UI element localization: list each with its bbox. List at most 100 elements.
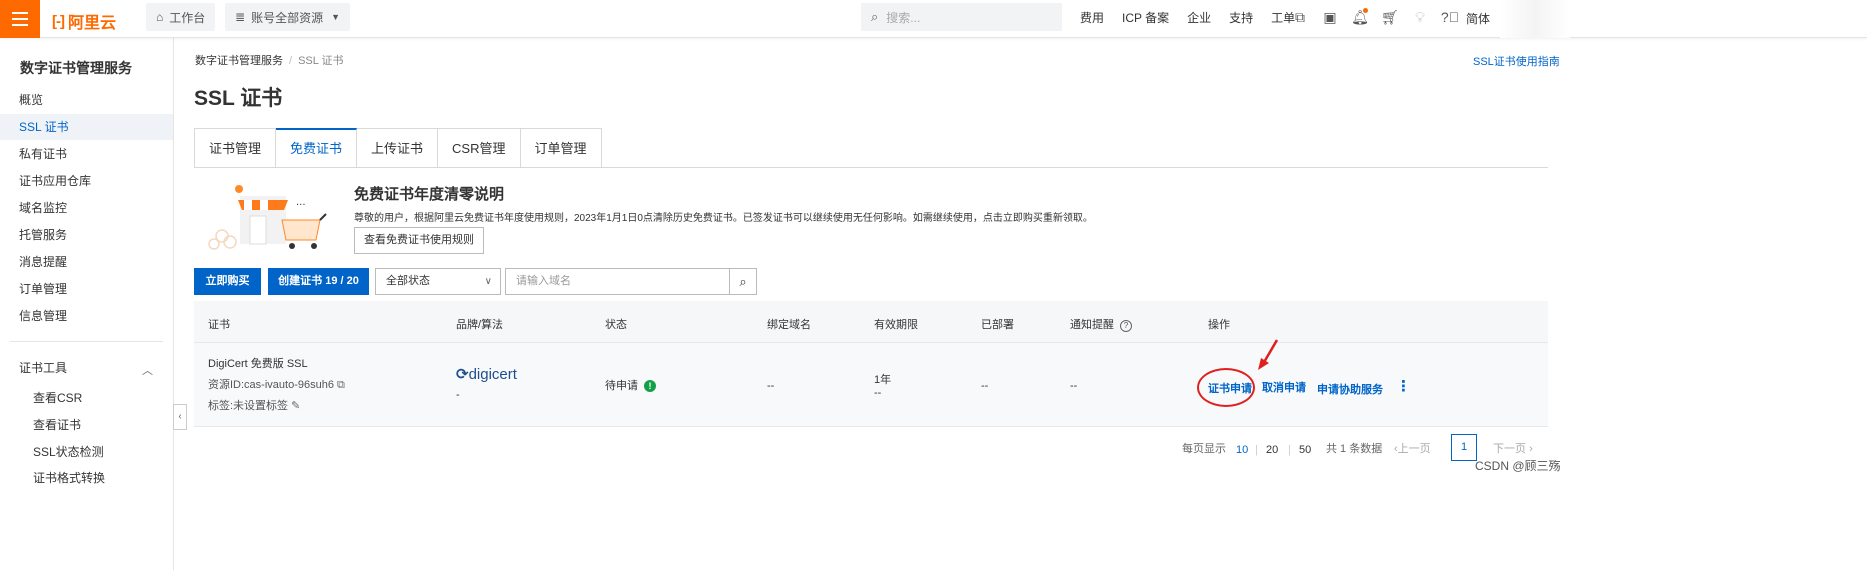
top-navigation-bar: [-] 阿里云 ⌂ 工作台 ≣ 账号全部资源 ▼ ⌕ 搜索... 费用 ICP 备案 企业… [0, 0, 1867, 38]
breadcrumb-root[interactable]: 数字证书管理服务 [195, 55, 283, 67]
svg-text:···: ··· [296, 200, 306, 211]
hamburger-menu-icon[interactable] [0, 0, 40, 38]
pager-sep: | [1255, 444, 1258, 456]
domain-search-input[interactable]: 请输入域名 [505, 268, 730, 295]
sidebar-tool-view-cert[interactable]: 查看证书 [33, 416, 81, 433]
status-select[interactable]: 全部状态 ∨ [375, 268, 501, 295]
notice-text: 尊敬的用户，根据阿里云免费证书年度使用规则，2023年1月1日0点清除历史免费证… [354, 213, 1093, 224]
tab-upload-cert[interactable]: 上传证书 [357, 128, 439, 168]
tab-orders[interactable]: 订单管理 [520, 128, 602, 168]
copy-icon[interactable]: ⧉ [337, 379, 345, 391]
pager-sep: | [1288, 444, 1291, 456]
sidebar-item-cert-repo[interactable]: 证书应用仓库 [0, 168, 173, 194]
sidebar-item-ssl[interactable]: SSL 证书 [0, 114, 173, 140]
sidebar: 数字证书管理服务 概览 SSL 证书 私有证书 证书应用仓库 域名监控 托管服务… [0, 38, 174, 570]
icp-link[interactable]: ICP 备案 [1122, 9, 1169, 26]
sidebar-item-domain-monitor[interactable]: 域名监控 [0, 195, 173, 221]
watermark: CSDN @顾三殇 [1475, 459, 1561, 473]
sidebar-item-hosting[interactable]: 托管服务 [0, 222, 173, 248]
header-cert: 证书 [208, 319, 230, 331]
view-rules-button[interactable]: 查看免费证书使用规则 [354, 227, 484, 254]
sidebar-item-info[interactable]: 信息管理 [0, 303, 173, 329]
language-switch[interactable]: 简体 [1466, 10, 1490, 27]
tab-free-cert[interactable]: 免费证书 [276, 128, 358, 168]
next-page-button[interactable]: 下一页 › [1493, 440, 1533, 456]
resource-scope-dropdown[interactable]: ≣ 账号全部资源 ▼ [225, 3, 350, 31]
top-links: 费用 ICP 备案 企业 支持 工单 [1080, 0, 1313, 34]
cert-resource-id: 资源ID:cas-ivauto-96suh6 ⧉ [208, 376, 345, 392]
more-actions-icon[interactable]: ⋮ [1396, 377, 1411, 395]
sidebar-tool-view-csr[interactable]: 查看CSR [33, 389, 82, 406]
current-page[interactable]: 1 [1451, 434, 1477, 461]
workbench-button[interactable]: ⌂ 工作台 [146, 3, 216, 31]
cert-notify: -- [1070, 380, 1078, 392]
resource-id-text: 资源ID:cas-ivauto-96suh6 [208, 379, 334, 391]
header-deployed: 已部署 [981, 319, 1014, 331]
billing-link[interactable]: 费用 [1080, 9, 1104, 26]
per-page-label: 每页显示 [1182, 443, 1226, 455]
cert-period: 1年 [874, 374, 892, 386]
home-icon: ⌂ [156, 10, 164, 24]
bell-icon[interactable]: 🔔︎ [1345, 7, 1375, 26]
page-size-10[interactable]: 10 [1236, 444, 1248, 456]
prev-page-button[interactable]: ‹上一页 [1394, 440, 1431, 456]
search-button[interactable]: ⌕ [729, 268, 757, 295]
create-cert-button[interactable]: 创建证书 19 / 20 [268, 268, 369, 295]
cert-name: DigiCert 免费版 SSL [208, 358, 308, 370]
red-arrow-annotation [1258, 339, 1279, 370]
header-domain: 绑定域名 [767, 319, 811, 331]
page-size-50[interactable]: 50 [1299, 444, 1311, 456]
top-icons: ⧉ ▣ 🔔︎ 🛒︎ 💡︎ ?⃝ [1285, 0, 1465, 34]
cert-tag: 标签:未设置标签 ✎ [208, 397, 300, 413]
tab-bar: 证书管理 免费证书 上传证书 CSR管理 订单管理 [194, 128, 602, 168]
buy-now-button[interactable]: 立即购买 [194, 268, 261, 295]
tab-csr[interactable]: CSR管理 [438, 128, 521, 168]
aliyun-logo[interactable]: [-] 阿里云 [52, 9, 116, 33]
logo-text: 阿里云 [68, 15, 117, 32]
ssl-guide-link[interactable]: SSL证书使用指南 [1473, 53, 1560, 69]
tab-cert-management[interactable]: 证书管理 [194, 128, 277, 168]
code-icon[interactable]: ⧉ [1285, 9, 1315, 26]
brand-algorithm: - [456, 389, 460, 401]
sidebar-tool-ssl-check[interactable]: SSL状态检测 [33, 443, 104, 460]
total-count: 共 1 条数据 [1326, 443, 1383, 455]
header-notify-label: 通知提醒 [1070, 319, 1114, 331]
blurred-avatar[interactable] [1500, 0, 1570, 38]
support-link[interactable]: 支持 [1229, 9, 1253, 26]
tab-underline [194, 167, 1548, 168]
chevron-up-icon[interactable]: ︿ [142, 362, 153, 378]
lightbulb-icon[interactable]: 💡︎ [1405, 9, 1435, 26]
help-icon[interactable]: ?⃝ [1435, 9, 1465, 25]
enterprise-link[interactable]: 企业 [1187, 9, 1211, 26]
sidebar-item-overview[interactable]: 概览 [0, 87, 173, 113]
cancel-apply-link[interactable]: 取消申请 [1262, 379, 1306, 395]
sidebar-item-orders[interactable]: 订单管理 [0, 276, 173, 302]
tag-text: 标签:未设置标签 [208, 400, 289, 412]
sidebar-item-private-cert[interactable]: 私有证书 [0, 141, 173, 167]
header-notify: 通知提醒? [1070, 316, 1132, 332]
assist-service-link[interactable]: 申请协助服务 [1317, 381, 1383, 397]
cart-icon[interactable]: 🛒︎ [1375, 9, 1405, 26]
sidebar-item-notifications[interactable]: 消息提醒 [0, 249, 173, 275]
header-actions: 操作 [1208, 319, 1230, 331]
breadcrumb-current: SSL 证书 [298, 55, 344, 67]
table-header: 证书 品牌/算法 状态 绑定域名 有效期限 已部署 通知提醒? 操作 [194, 301, 1548, 343]
sidebar-collapse-handle[interactable]: ‹ [173, 404, 187, 430]
digicert-logo: ⟳digicert [456, 366, 517, 383]
global-search-input[interactable]: ⌕ 搜索... [861, 3, 1062, 31]
cert-deployed: -- [981, 380, 989, 392]
search-icon: ⌕ [871, 9, 879, 24]
cert-period-sub: -- [874, 387, 882, 399]
resource-scope-label: 账号全部资源 [251, 10, 324, 25]
brand-text: digicert [468, 366, 517, 383]
terminal-icon[interactable]: ▣ [1315, 9, 1345, 26]
cert-domain: -- [767, 380, 775, 392]
help-icon[interactable]: ? [1120, 320, 1132, 332]
sidebar-tool-format-convert[interactable]: 证书格式转换 [33, 469, 105, 486]
chevron-right-icon: › [1529, 443, 1533, 455]
table-row: DigiCert 免费版 SSL 资源ID:cas-ivauto-96suh6 … [194, 343, 1548, 427]
cert-status: 待申请! [605, 377, 656, 393]
page-size-20[interactable]: 20 [1266, 444, 1278, 456]
chevron-down-icon: ▼ [331, 12, 340, 22]
edit-icon[interactable]: ✎ [291, 400, 300, 412]
